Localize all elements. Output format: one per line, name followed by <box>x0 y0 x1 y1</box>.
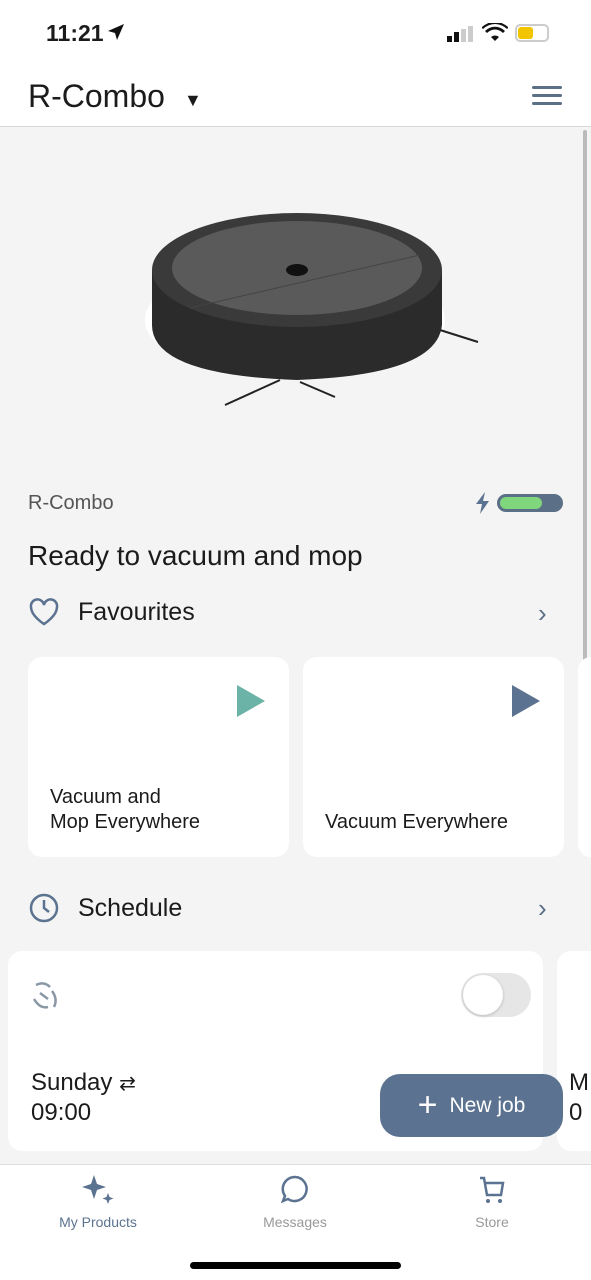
schedule-day: M <box>569 1069 589 1096</box>
chevron-right-icon[interactable]: › <box>538 598 547 629</box>
favourite-label: Vacuum and <box>50 786 161 808</box>
vacuum-fan-icon <box>32 982 57 1009</box>
location-arrow-icon <box>108 24 124 40</box>
cart-icon <box>480 1176 505 1203</box>
schedule-title: Schedule <box>78 893 183 922</box>
product-name: R-Combo <box>28 492 114 514</box>
favourite-label: Vacuum Everywhere <box>325 811 509 833</box>
clock-icon <box>29 893 59 923</box>
play-icon[interactable] <box>237 685 265 717</box>
favourite-label: Mop Everywhere <box>50 811 201 833</box>
sparkle-icon <box>82 1175 114 1204</box>
home-indicator <box>190 1262 401 1269</box>
plus-icon: + <box>417 1086 438 1124</box>
tab-messages[interactable]: Messages <box>205 1173 385 1230</box>
chevron-right-icon[interactable]: › <box>538 893 547 924</box>
favourite-card[interactable]: Vacuum Everywhere <box>303 657 564 857</box>
scrollbar[interactable] <box>583 130 587 682</box>
tab-my-products[interactable]: My Products <box>8 1173 188 1230</box>
schedule-toggle[interactable] <box>461 973 531 1017</box>
clock: 11:21 <box>46 20 104 46</box>
schedule-time: 09:00 <box>31 1099 92 1126</box>
favourites-title: Favourites <box>78 597 195 626</box>
favourite-card[interactable]: Vacuum and Mop Everywhere <box>28 657 289 857</box>
tab-store[interactable]: Store <box>402 1173 582 1230</box>
chat-bubble-icon <box>280 1175 308 1204</box>
play-icon[interactable] <box>512 685 540 717</box>
schedule-time: 0 <box>569 1099 583 1126</box>
new-job-button[interactable]: + New job <box>380 1074 563 1137</box>
caret-down-icon[interactable]: ▼ <box>184 90 202 111</box>
heart-icon <box>29 598 59 626</box>
wifi-icon <box>482 23 508 41</box>
schedule-header[interactable]: Schedule <box>28 892 182 924</box>
hamburger-menu-icon[interactable] <box>532 86 562 110</box>
new-job-label: New job <box>449 1093 526 1117</box>
cellular-signal-icon <box>447 26 473 42</box>
favourites-header[interactable]: Favourites <box>28 597 195 627</box>
charging-bolt-icon <box>476 492 489 514</box>
app-header: R-Combo ▼ <box>0 66 591 127</box>
status-bar: 11:21 <box>0 0 591 66</box>
schedule-day: Sunday ⇄ <box>31 1069 136 1096</box>
favourite-card-peek[interactable] <box>578 657 591 857</box>
battery-level-bar <box>497 494 563 512</box>
battery-icon <box>515 24 549 42</box>
repeat-icon: ⇄ <box>119 1073 136 1095</box>
product-status: Ready to vacuum and mop <box>28 540 363 571</box>
product-selector[interactable]: R-Combo <box>28 78 165 115</box>
robot-image <box>145 213 479 406</box>
